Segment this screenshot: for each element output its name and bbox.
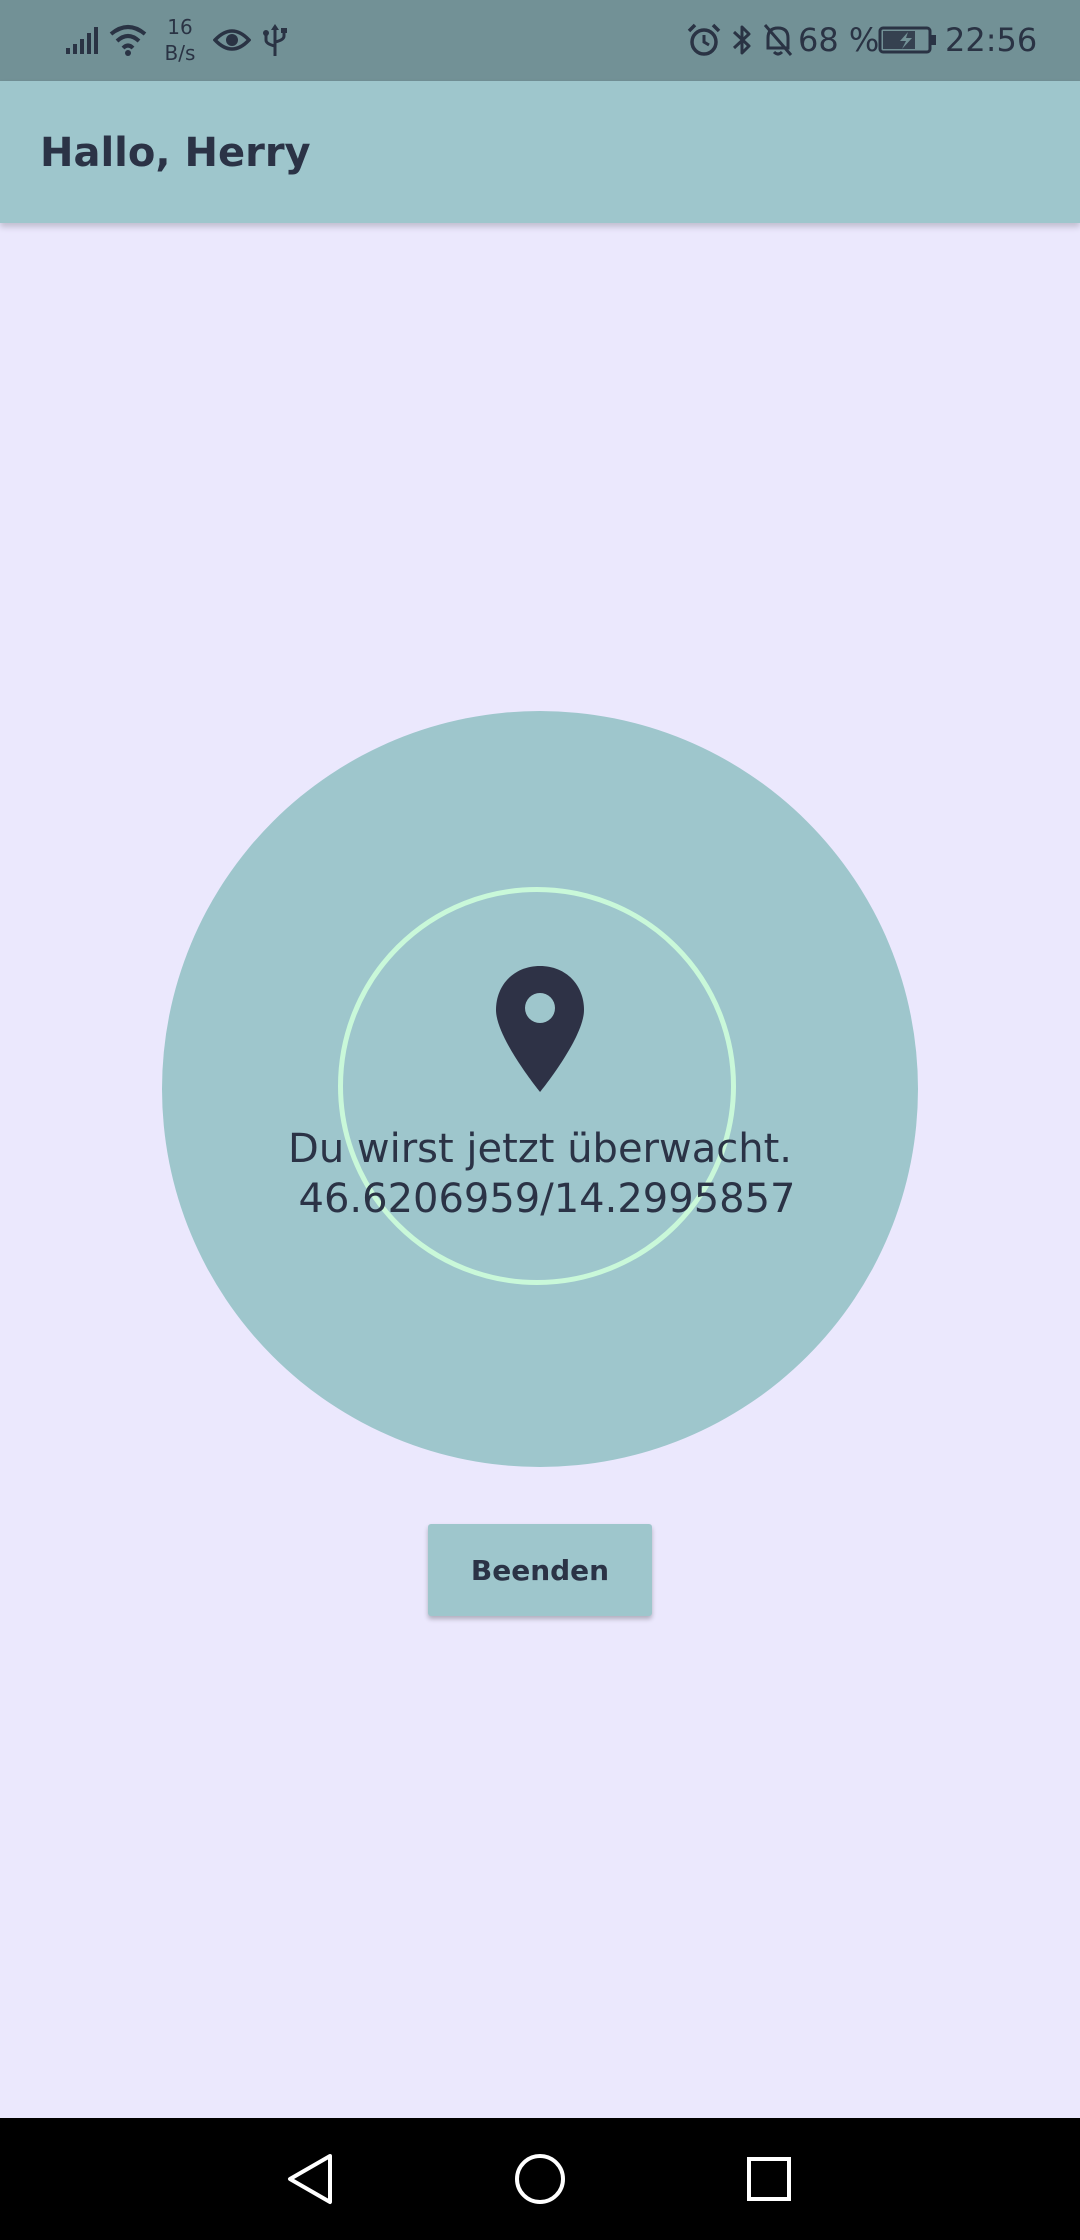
monitoring-status-text: Du wirst jetzt überwacht. — [288, 1126, 792, 1172]
back-icon — [288, 2154, 332, 2204]
home-icon — [515, 2154, 565, 2204]
end-monitoring-button[interactable]: Beenden — [428, 1524, 652, 1616]
page-title: Hallo, Herry — [40, 130, 311, 176]
recents-icon — [747, 2157, 791, 2201]
network-speed-unit: B/s — [164, 41, 196, 65]
battery-percent: 68 % — [798, 21, 880, 59]
bell-off-icon — [763, 24, 793, 56]
signal-icon — [66, 27, 98, 54]
network-speed: 16 B/s — [160, 14, 200, 66]
status-bar: 16 B/s 68 % 22:56 — [0, 0, 1080, 81]
location-coordinates: 46.6206959/14.2995857 — [298, 1176, 796, 1222]
navigation-bar — [0, 2118, 1080, 2240]
nav-back-button[interactable] — [250, 2118, 370, 2240]
location-pin-icon — [496, 966, 584, 1092]
nav-recents-button[interactable] — [709, 2118, 829, 2240]
nav-home-button[interactable] — [480, 2118, 600, 2240]
alarm-icon — [687, 23, 721, 56]
usb-icon — [263, 24, 287, 56]
battery-charging-icon — [878, 26, 936, 54]
wifi-icon — [109, 25, 147, 56]
monitoring-status: Du wirst jetzt überwacht. 46.6206959/14.… — [162, 1124, 918, 1224]
clock-time: 22:56 — [945, 21, 1038, 59]
bluetooth-icon — [732, 25, 751, 55]
app-bar: Hallo, Herry — [0, 81, 1080, 223]
eye-icon — [213, 29, 251, 51]
network-speed-value: 16 — [167, 15, 193, 39]
